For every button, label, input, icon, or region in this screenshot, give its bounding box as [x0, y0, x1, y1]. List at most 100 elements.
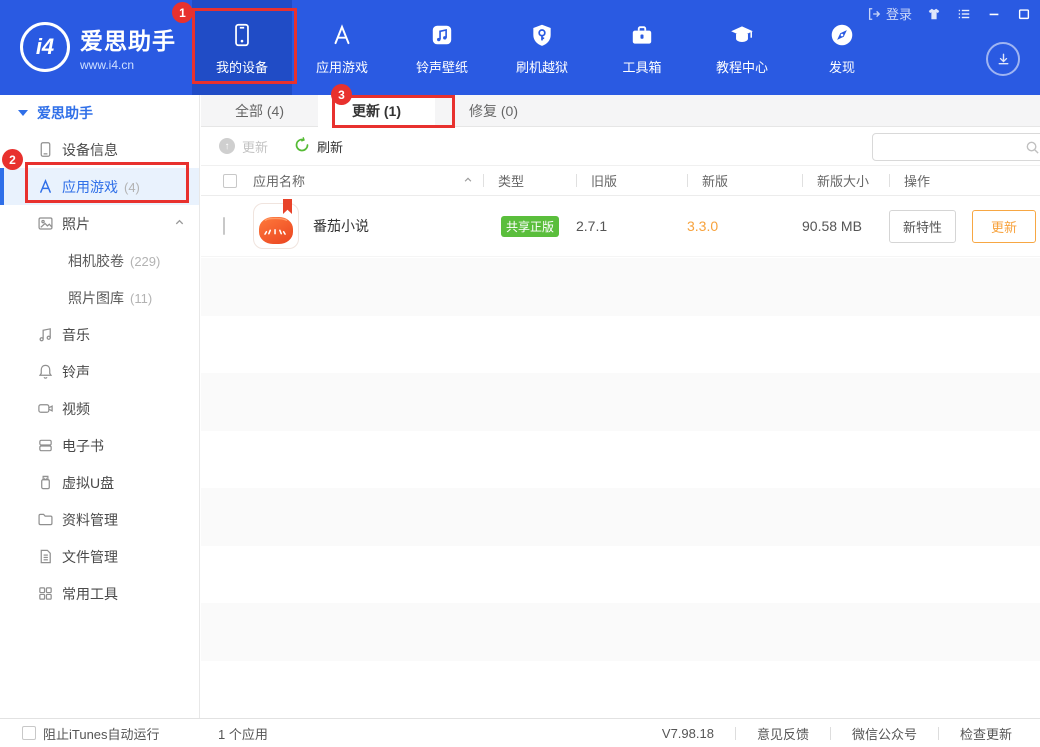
sidebar-item-data-management[interactable]: 资料管理: [0, 501, 199, 538]
search-icon: [1025, 140, 1040, 160]
block-itunes-label: 阻止iTunes自动运行: [43, 724, 160, 743]
tab-update[interactable]: 更新 (1): [318, 95, 435, 127]
usb-drive-icon: [36, 474, 54, 492]
sidebar-item-device-info[interactable]: 设备信息: [0, 131, 199, 168]
video-icon: [36, 400, 54, 418]
compass-icon: [829, 20, 855, 48]
nav-item-toolbox[interactable]: 工具箱: [592, 0, 692, 95]
theme-skin-icon[interactable]: [926, 6, 942, 22]
sidebar-item-apps-games[interactable]: 应用游戏(4): [0, 168, 199, 205]
toolbox-icon: [629, 20, 655, 48]
search-box: [872, 133, 1040, 161]
sidebar-item-ringtones[interactable]: 铃声: [0, 353, 199, 390]
nav-item-my-device[interactable]: 我的设备: [192, 0, 292, 95]
nav-item-tutorial-center[interactable]: 教程中心: [692, 0, 792, 95]
download-circle-icon[interactable]: [986, 42, 1020, 76]
refresh-button[interactable]: 刷新: [294, 137, 343, 156]
tree-expand-icon: [18, 110, 28, 116]
nav-item-flash-jailbreak[interactable]: 刷机越狱: [492, 0, 592, 95]
size-value: 90.58 MB: [758, 218, 873, 234]
tab-repair[interactable]: 修复 (0): [435, 95, 552, 126]
sidebar-item-label: 虚拟U盘: [62, 473, 114, 493]
sidebar-item-label: 照片: [62, 214, 90, 234]
nav-item-label: 工具箱: [622, 57, 661, 76]
block-itunes-checkbox[interactable]: [22, 726, 36, 740]
sidebar-item-virtual-usb[interactable]: 虚拟U盘: [0, 464, 199, 501]
nav-item-label: 铃声壁纸: [416, 57, 468, 76]
device-info-icon: [36, 141, 54, 159]
sidebar-item-videos[interactable]: 视频: [0, 390, 199, 427]
maximize-icon[interactable]: [1016, 6, 1032, 22]
shield-key-icon: [529, 20, 555, 48]
nav-item-label: 刷机越狱: [516, 57, 568, 76]
sidebar-item-label: 文件管理: [62, 547, 118, 567]
row-checkbox[interactable]: [223, 217, 225, 235]
update-button[interactable]: ↑ 更新: [219, 137, 268, 156]
main-nav: 我的设备 应用游戏 铃声壁纸 刷机越狱: [192, 0, 892, 95]
ringtone-icon: [429, 20, 455, 48]
empty-row-stripes: [201, 258, 1040, 718]
tomato-novel-app-icon: [253, 203, 299, 249]
sidebar-item-label: 电子书: [62, 436, 104, 456]
tab-strip: 全部 (4) 更新 (1) 修复 (0): [201, 95, 1040, 127]
column-divider: [802, 174, 803, 187]
new-version-value: 3.3.0: [643, 218, 758, 234]
nav-item-apps-games[interactable]: 应用游戏: [292, 0, 392, 95]
menu-list-icon[interactable]: [956, 6, 972, 22]
sidebar-item-photo-library[interactable]: 照片图库(11): [0, 279, 199, 316]
wechat-official-link[interactable]: 微信公众号: [831, 724, 938, 743]
app-header: i4 爱思助手 www.i4.cn 我的设备 应用游戏: [0, 0, 1040, 95]
appstore-icon: [329, 20, 355, 48]
sidebar-item-label: 设备信息: [62, 140, 118, 160]
sidebar-item-ebooks[interactable]: 电子书: [0, 427, 199, 464]
sidebar-item-file-management[interactable]: 文件管理: [0, 538, 199, 575]
search-input[interactable]: [881, 135, 1021, 159]
row-update-button[interactable]: 更新: [972, 210, 1036, 243]
app-logo: i4 爱思助手 www.i4.cn: [20, 22, 176, 72]
select-all-checkbox[interactable]: [223, 174, 237, 188]
app-window: i4 爱思助手 www.i4.cn 我的设备 应用游戏: [0, 0, 1040, 747]
sidebar-item-camera-roll[interactable]: 相机胶卷(229): [0, 242, 199, 279]
window-controls: 登录: [866, 4, 1032, 23]
tools-grid-icon: [36, 585, 54, 603]
sidebar-item-music[interactable]: 音乐: [0, 316, 199, 353]
toolbar: ↑ 更新 刷新: [201, 127, 1040, 165]
column-divider: [889, 174, 890, 187]
sidebar-item-photos[interactable]: 照片: [0, 205, 199, 242]
sidebar-item-label: 铃声: [62, 362, 90, 382]
i4-logo-icon: i4: [20, 22, 70, 72]
sidebar-root-device[interactable]: 爱思助手: [0, 95, 199, 131]
sidebar: 爱思助手 设备信息 应用游戏(4) 照片 相机胶卷(229): [0, 95, 200, 718]
item-count: (4): [124, 180, 140, 195]
sidebar-item-label: 常用工具: [62, 584, 118, 604]
column-header-name[interactable]: 应用名称: [253, 171, 305, 190]
new-features-button[interactable]: 新特性: [889, 210, 956, 243]
column-header-size: 新版大小: [817, 171, 869, 190]
old-version-value: 2.7.1: [568, 218, 643, 234]
feedback-link[interactable]: 意见反馈: [736, 724, 830, 743]
sort-asc-icon[interactable]: [463, 173, 473, 188]
photo-icon: [36, 215, 54, 233]
login-button[interactable]: 登录: [866, 4, 912, 23]
nav-item-label: 我的设备: [216, 57, 268, 76]
collapse-chevron-icon[interactable]: [174, 215, 185, 233]
check-update-link[interactable]: 检查更新: [939, 724, 1033, 743]
file-icon: [36, 548, 54, 566]
logo-url: www.i4.cn: [80, 58, 176, 72]
sidebar-item-label: 照片图库(11): [68, 288, 152, 308]
column-divider: [576, 174, 577, 187]
app-name[interactable]: 番茄小说: [313, 216, 369, 236]
tab-all[interactable]: 全部 (4): [201, 95, 318, 126]
folder-icon: [36, 511, 54, 529]
sidebar-item-label: 相机胶卷(229): [68, 251, 160, 271]
login-icon: [866, 6, 882, 22]
sidebar-item-common-tools[interactable]: 常用工具: [0, 575, 199, 612]
refresh-button-label: 刷新: [317, 137, 343, 156]
item-count: (11): [130, 291, 152, 306]
genuine-share-badge: 共享正版: [501, 216, 559, 237]
sidebar-item-label: 应用游戏(4): [62, 177, 140, 197]
login-label: 登录: [886, 4, 912, 23]
nav-item-ringtones-wallpapers[interactable]: 铃声壁纸: [392, 0, 492, 95]
ebook-icon: [36, 437, 54, 455]
minimize-icon[interactable]: [986, 6, 1002, 22]
